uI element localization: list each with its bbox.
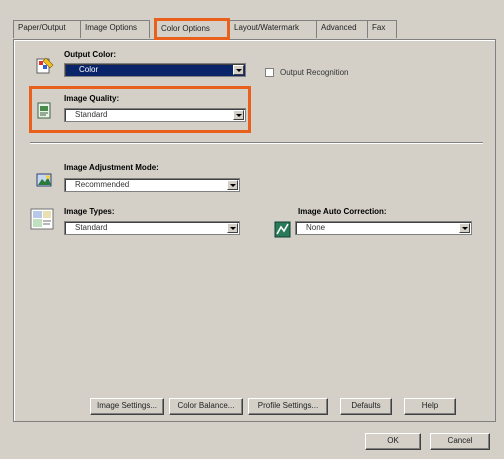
print-properties-dialog: Paper/Output Image Options Color Options…	[0, 0, 504, 459]
image-quality-label: Image Quality:	[64, 94, 120, 103]
tab-paper-output[interactable]: Paper/Output	[13, 20, 81, 38]
dropdown-arrow-icon	[233, 110, 244, 120]
image-types-icon	[30, 208, 54, 230]
tab-label: Paper/Output	[18, 23, 66, 32]
image-auto-correction-icon	[274, 221, 291, 238]
output-recognition-checkbox[interactable]	[265, 68, 274, 77]
tab-label: Fax	[372, 23, 386, 32]
output-color-value: Color	[79, 65, 99, 74]
image-adjustment-mode-select[interactable]: Recommended	[64, 178, 240, 192]
image-types-value: Standard	[75, 223, 108, 232]
tab-strip: Paper/Output Image Options Color Options…	[13, 18, 491, 40]
dropdown-arrow-icon	[233, 65, 244, 75]
image-auto-correction-label: Image Auto Correction:	[298, 207, 387, 216]
image-quality-value: Standard	[75, 110, 108, 119]
image-quality-icon	[37, 102, 51, 119]
image-adjustment-mode-label: Image Adjustment Mode:	[64, 163, 159, 172]
dropdown-arrow-icon	[459, 223, 470, 233]
tab-image-options[interactable]: Image Options	[80, 20, 150, 38]
ok-button[interactable]: OK	[365, 433, 421, 450]
defaults-button[interactable]: Defaults	[340, 398, 392, 415]
image-types-label: Image Types:	[64, 207, 115, 216]
dropdown-arrow-icon	[227, 223, 238, 233]
image-types-label-text: Image Types:	[64, 207, 115, 216]
tab-color-options[interactable]: Color Options	[154, 18, 230, 40]
output-color-icon	[36, 57, 54, 74]
tab-label: Advanced	[321, 23, 357, 32]
output-color-select[interactable]: Color	[64, 63, 246, 77]
dropdown-arrow-icon	[227, 180, 238, 190]
image-adjustment-mode-icon	[36, 173, 52, 187]
image-settings-button[interactable]: Image Settings...	[90, 398, 164, 415]
tab-fax[interactable]: Fax	[367, 20, 397, 38]
image-auto-correction-value: None	[306, 223, 326, 232]
tab-label: Color Options	[161, 24, 210, 33]
tab-advanced[interactable]: Advanced	[316, 20, 368, 38]
output-recognition-label: Output Recognition	[280, 68, 349, 77]
image-auto-correction-select[interactable]: None	[295, 221, 472, 235]
image-adjustment-mode-value: Recommended	[75, 180, 130, 189]
output-color-label: Output Color:	[64, 50, 116, 59]
image-quality-select[interactable]: Standard	[64, 108, 246, 122]
image-types-select[interactable]: Standard	[64, 221, 240, 235]
cancel-button[interactable]: Cancel	[430, 433, 490, 450]
tab-layout-watermark[interactable]: Layout/Watermark	[229, 20, 317, 38]
help-button[interactable]: Help	[404, 398, 456, 415]
section-divider	[30, 142, 483, 144]
tab-label: Image Options	[85, 23, 138, 32]
tab-label: Layout/Watermark	[234, 23, 300, 32]
color-balance-button[interactable]: Color Balance...	[169, 398, 243, 415]
profile-settings-button[interactable]: Profile Settings...	[248, 398, 328, 415]
